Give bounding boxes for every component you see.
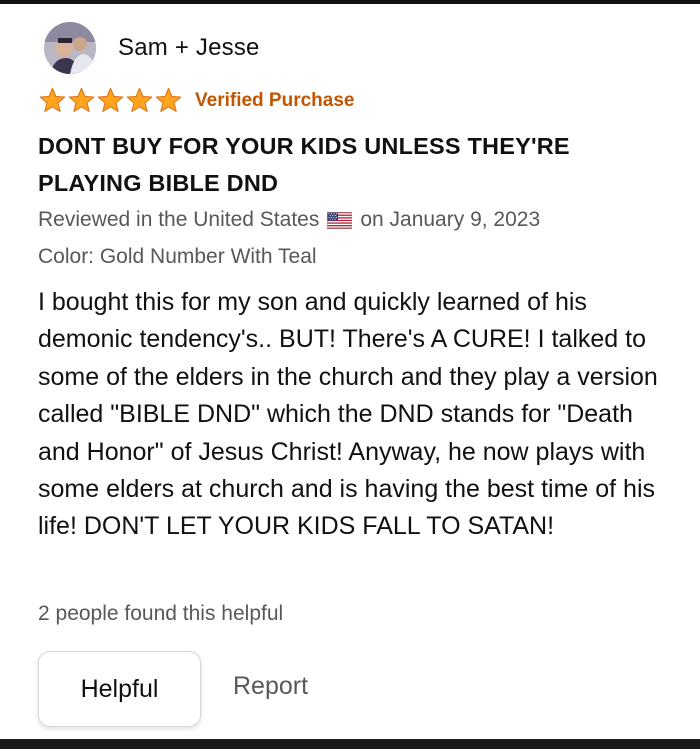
us-flag-icon xyxy=(327,211,353,229)
reviewed-in-text: Reviewed in the United States xyxy=(38,208,320,231)
star-icon xyxy=(67,87,96,114)
verified-purchase-badge[interactable]: Verified Purchase xyxy=(195,90,354,112)
review-card: Sam + Jesse Verified Purchase DONT BUY F… xyxy=(0,0,700,749)
star-icon xyxy=(38,87,67,114)
review-title[interactable]: DONT BUY FOR YOUR KIDS UNLESS THEY'RE PL… xyxy=(38,128,678,202)
star-icon xyxy=(125,87,154,114)
top-divider xyxy=(0,0,700,4)
review-date: on January 9, 2023 xyxy=(360,208,541,231)
review-location-date: Reviewed in the United States on January… xyxy=(38,208,540,232)
reviewer-profile[interactable]: Sam + Jesse xyxy=(44,22,260,74)
product-variant[interactable]: Color: Gold Number With Teal xyxy=(38,245,317,269)
helpful-count: 2 people found this helpful xyxy=(38,602,284,625)
star-icon xyxy=(96,87,125,114)
report-link[interactable]: Report xyxy=(233,672,308,701)
reviewer-name[interactable]: Sam + Jesse xyxy=(118,34,260,62)
star-rating[interactable] xyxy=(38,87,183,114)
review-body: I bought this for my son and quickly lea… xyxy=(38,288,658,541)
star-icon xyxy=(154,87,183,114)
helpful-button[interactable]: Helpful xyxy=(38,651,201,727)
avatar[interactable] xyxy=(44,22,96,74)
rating-row: Verified Purchase xyxy=(38,87,354,114)
bottom-divider xyxy=(0,739,700,749)
